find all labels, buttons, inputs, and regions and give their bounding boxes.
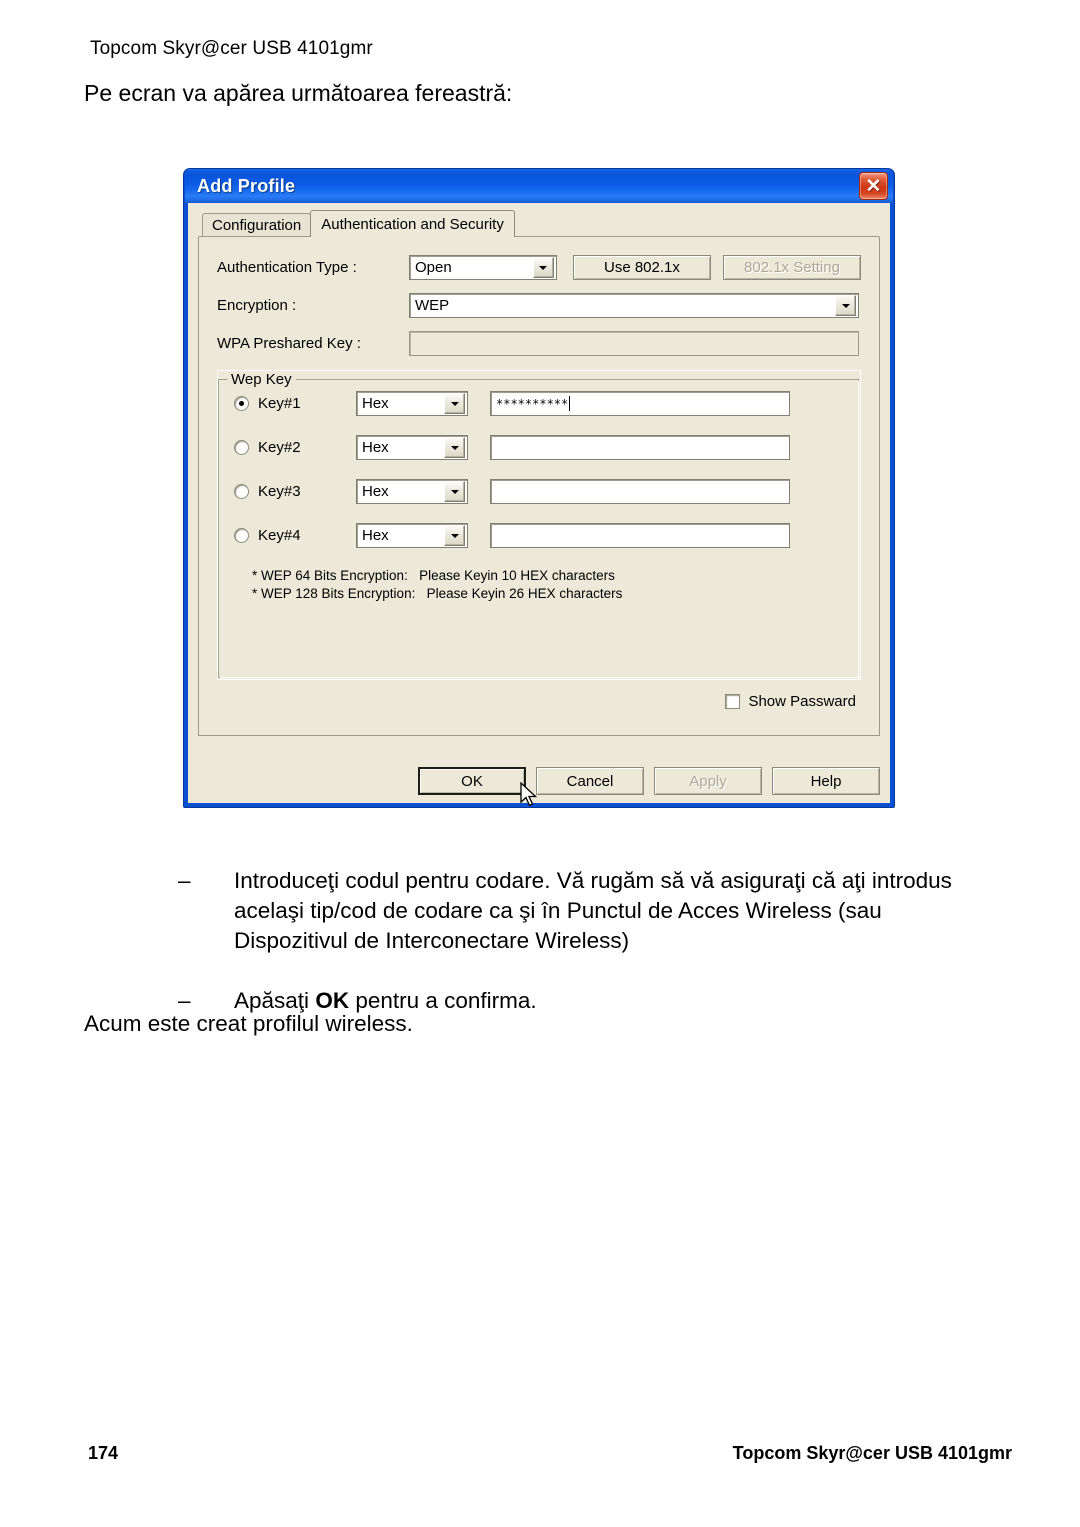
radio-icon (234, 528, 249, 543)
wep-key-groupbox: Wep Key Key#1 Hex ********** Key#2 Hex K… (217, 370, 861, 680)
wep-key-row-1: Key#1 Hex ********** (234, 391, 844, 416)
cancel-button[interactable]: Cancel (536, 767, 644, 795)
ok-button[interactable]: OK (418, 767, 526, 795)
wep-note-line-1: * WEP 64 Bits Encryption: Please Keyin 1… (252, 568, 615, 583)
footer-document-title: Topcom Skyr@cer USB 4101gmr (732, 1443, 1012, 1463)
add-profile-dialog: Add Profile ✕ Configuration Authenticati… (183, 168, 895, 808)
wep-key-4-format-select[interactable]: Hex (356, 523, 468, 548)
wep-note-line-2: * WEP 128 Bits Encryption: Please Keyin … (252, 586, 623, 601)
wep-key-2-label: Key#2 (258, 439, 301, 456)
dialog-title: Add Profile (197, 175, 296, 196)
bullet-item-2-suffix: pentru a confirma. (349, 988, 537, 1013)
radio-icon (234, 484, 249, 499)
show-password-checkbox[interactable] (725, 694, 741, 709)
help-button[interactable]: Help (772, 767, 880, 795)
bullet-item-1: – Introduceţi codul pentru codare. Vă ru… (178, 866, 978, 956)
wep-key-1-input[interactable]: ********** (490, 391, 790, 416)
wep-key-1-value: ********** (496, 396, 569, 411)
wep-key-2-format-value: Hex (362, 439, 389, 456)
apply-button-label: Apply (689, 772, 727, 790)
ok-button-label: OK (461, 772, 483, 790)
wep-key-3-input[interactable] (490, 479, 790, 504)
authentication-type-value: Open (415, 259, 452, 276)
wep-key-1-radio[interactable]: Key#1 (234, 395, 356, 412)
encryption-select[interactable]: WEP (409, 293, 859, 318)
wep-key-3-radio[interactable]: Key#3 (234, 483, 356, 500)
encryption-value: WEP (415, 297, 450, 314)
authentication-type-label: Authentication Type : (217, 259, 357, 276)
cancel-button-label: Cancel (566, 772, 614, 790)
wep-key-2-radio[interactable]: Key#2 (234, 439, 356, 456)
show-password-row: Show Passward (217, 693, 861, 710)
tab-strip: Configuration Authentication and Securit… (198, 210, 880, 237)
encryption-row: Encryption : WEP (217, 293, 861, 318)
wpa-preshared-key-row: WPA Preshared Key : (217, 331, 861, 356)
footer-page-number: 174 (88, 1443, 119, 1463)
bullet-item-1-main: Introduceţi codul pentru codare. Vă rugă… (234, 868, 952, 953)
closing-text: Acum este creat profilul wireless. (84, 1011, 413, 1036)
wep-key-row-2: Key#2 Hex (234, 435, 844, 460)
wep-key-group-title: Wep Key (227, 371, 296, 388)
wep-key-3-label: Key#3 (258, 483, 301, 500)
chevron-down-icon (444, 481, 465, 502)
apply-button[interactable]: Apply (654, 767, 762, 795)
show-password-label: Show Passward (748, 693, 856, 710)
wep-key-row-3: Key#3 Hex (234, 479, 844, 504)
wpa-preshared-key-label: WPA Preshared Key : (217, 335, 361, 352)
wep-key-1-format-select[interactable]: Hex (356, 391, 468, 416)
page-header-text: Topcom Skyr@cer USB 4101gmr (90, 38, 373, 59)
chevron-down-icon (444, 393, 465, 414)
8021x-setting-label: 802.1x Setting (744, 259, 840, 276)
wep-key-3-format-select[interactable]: Hex (356, 479, 468, 504)
bullet-item-1-text: Introduceţi codul pentru codare. Vă rugă… (234, 866, 978, 956)
wep-key-4-input[interactable] (490, 523, 790, 548)
bullet-item-2-bold: OK (315, 988, 350, 1013)
authentication-type-row: Authentication Type : Open Use 802.1x 80… (217, 255, 861, 280)
instruction-bullets: – Introduceţi codul pentru codare. Vă ru… (178, 866, 978, 1016)
bullet-dash: – (178, 868, 191, 893)
tab-configuration-label: Configuration (212, 217, 302, 234)
wpa-preshared-key-input[interactable] (409, 331, 859, 356)
text-caret (569, 396, 571, 411)
bullet-item-2-prefix: Apăsaţi (234, 988, 316, 1013)
8021x-setting-button[interactable]: 802.1x Setting (722, 255, 861, 280)
chevron-down-icon (835, 295, 856, 316)
wep-key-4-format-value: Hex (362, 527, 389, 544)
wep-key-group-content: Key#1 Hex ********** Key#2 Hex Key#3 Hex… (234, 385, 844, 603)
wep-key-1-format-value: Hex (362, 395, 389, 412)
wep-key-row-4: Key#4 Hex (234, 523, 844, 548)
wep-key-1-label: Key#1 (258, 395, 301, 412)
close-icon[interactable]: ✕ (859, 172, 888, 200)
dialog-footer-buttons: OK Cancel Apply Help (418, 767, 880, 795)
tab-authentication-and-security-label: Authentication and Security (321, 216, 504, 233)
page-lead-text: Pe ecran va apărea următoarea fereastră: (84, 80, 513, 106)
tab-panel-authentication: Authentication Type : Open Use 802.1x 80… (198, 236, 880, 736)
authentication-type-select[interactable]: Open (409, 255, 557, 280)
chevron-down-icon (444, 525, 465, 546)
use-8021x-button[interactable]: Use 802.1x (572, 255, 711, 280)
chevron-down-icon (532, 257, 554, 278)
dialog-titlebar: Add Profile ✕ (185, 169, 893, 203)
tab-configuration[interactable]: Configuration (202, 213, 312, 237)
wep-key-3-format-value: Hex (362, 483, 389, 500)
dialog-body: Configuration Authentication and Securit… (188, 203, 890, 803)
wep-key-2-format-select[interactable]: Hex (356, 435, 468, 460)
encryption-label: Encryption : (217, 297, 297, 314)
close-icon-glyph: ✕ (865, 175, 882, 197)
help-button-label: Help (810, 772, 842, 790)
radio-icon (234, 440, 249, 455)
tab-authentication-and-security[interactable]: Authentication and Security (310, 210, 515, 237)
chevron-down-icon (444, 437, 465, 458)
radio-icon (234, 396, 249, 411)
wep-key-2-input[interactable] (490, 435, 790, 460)
wep-key-4-label: Key#4 (258, 527, 301, 544)
use-8021x-label: Use 802.1x (603, 259, 680, 276)
wep-key-4-radio[interactable]: Key#4 (234, 527, 356, 544)
